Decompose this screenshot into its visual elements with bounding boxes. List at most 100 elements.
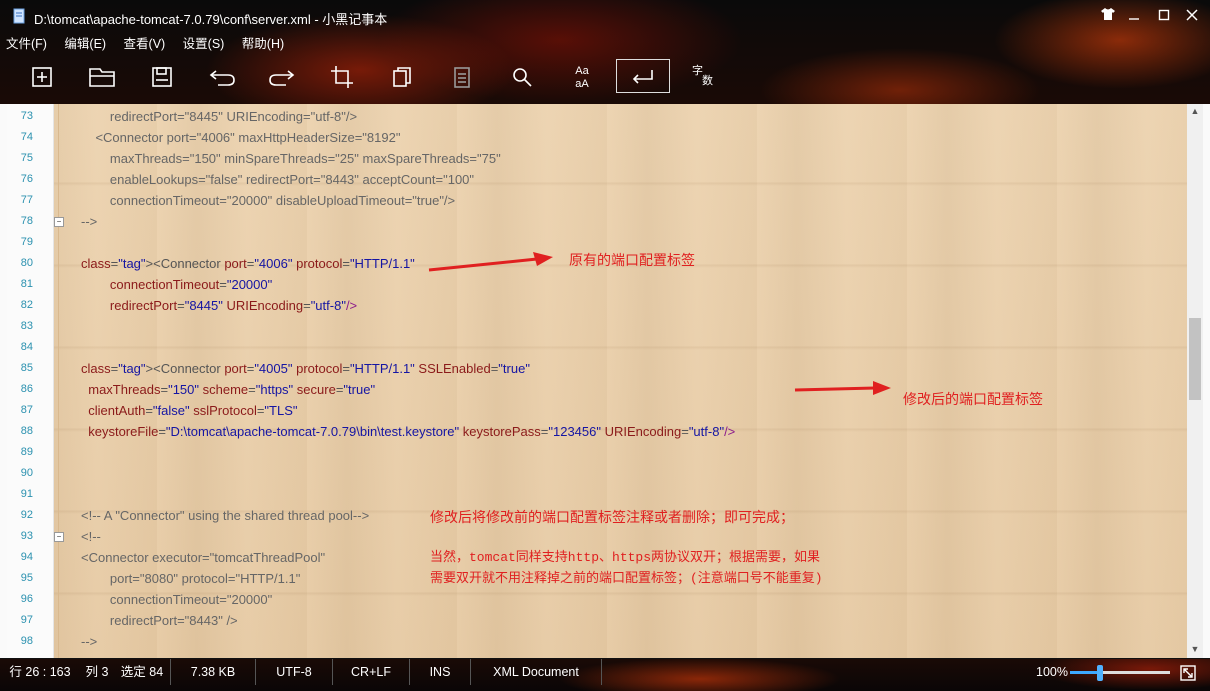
fullscreen-icon[interactable] xyxy=(1180,665,1196,681)
code-line[interactable]: 74 <Connector port="4006" maxHttpHeaderS… xyxy=(7,127,1187,148)
code-line[interactable]: 73 redirectPort="8445" URIEncoding="utf-… xyxy=(7,106,1187,127)
crop-button[interactable] xyxy=(322,58,362,96)
annotation-comment-out: 修改后将修改前的端口配置标签注释或者删除；即可完成； xyxy=(430,509,794,525)
search-icon xyxy=(513,68,532,87)
line-text: port="8080" protocol="HTTP/1.1" xyxy=(81,571,301,586)
line-text: keystoreFile="D:\tomcat\apache-tomcat-7.… xyxy=(88,424,736,439)
line-number: 98 xyxy=(20,635,33,647)
scroll-down-icon[interactable]: ▼ xyxy=(1187,644,1203,656)
annotation-modified: 修改后的端口配置标签 xyxy=(903,391,1043,407)
clipboard-icon xyxy=(454,67,470,88)
status-doc-type[interactable]: XML Document xyxy=(471,659,602,685)
search-button[interactable] xyxy=(502,58,542,96)
redo-button[interactable] xyxy=(262,58,302,96)
line-number: 73 xyxy=(20,110,33,122)
line-number: 95 xyxy=(20,572,33,584)
code-line[interactable]: 81 connectionTimeout="20000" xyxy=(7,274,1187,295)
line-number: 87 xyxy=(20,404,33,416)
fold-toggle-icon[interactable]: − xyxy=(54,217,64,227)
line-text: class="tag"><Connector port="4006" proto… xyxy=(81,256,415,271)
line-text: maxThreads="150" minSpareThreads="25" ma… xyxy=(81,151,501,166)
arrow-modified xyxy=(794,381,891,395)
case-convert-button[interactable]: Aa aA xyxy=(562,58,602,96)
code-line[interactable]: 88 keystoreFile="D:\tomcat\apache-tomcat… xyxy=(7,421,1187,442)
line-number: 75 xyxy=(20,152,33,164)
paste-button[interactable] xyxy=(442,58,482,96)
copy-icon xyxy=(393,67,411,87)
annotation-original: 原有的端口配置标签 xyxy=(569,252,695,268)
zoom-slider[interactable] xyxy=(1070,665,1170,681)
menu-settings[interactable]: 设置(S) xyxy=(183,33,225,52)
code-line[interactable]: 98 --> xyxy=(7,631,1187,652)
app-icon xyxy=(13,8,25,24)
case-label-top: Aa xyxy=(575,64,589,77)
code-line[interactable]: 84 xyxy=(7,337,1187,358)
undo-button[interactable] xyxy=(202,58,242,96)
line-text: class="tag"><Connector port="4005" proto… xyxy=(81,361,530,376)
copy-button[interactable] xyxy=(382,58,422,96)
shirt-icon[interactable] xyxy=(1098,6,1118,26)
line-text: --> xyxy=(81,634,98,649)
code-line[interactable]: 78 − --> xyxy=(7,211,1187,232)
word-count-button[interactable]: 字 数 xyxy=(682,58,722,96)
editor-area[interactable]: 73 redirectPort="8445" URIEncoding="utf-… xyxy=(7,104,1187,658)
status-line-ending[interactable]: CR+LF xyxy=(333,659,410,685)
return-icon xyxy=(632,70,653,84)
line-number: 85 xyxy=(20,362,33,374)
line-number: 81 xyxy=(20,278,33,290)
case-label-bottom: aA xyxy=(575,77,589,90)
maximize-icon[interactable] xyxy=(1154,6,1174,26)
code-line[interactable]: 96 connectionTimeout="20000" xyxy=(7,589,1187,610)
line-number: 84 xyxy=(20,341,33,353)
menu-edit[interactable]: 编辑(E) xyxy=(64,33,106,52)
status-encoding[interactable]: UTF-8 xyxy=(256,659,333,685)
code-line[interactable]: 83 xyxy=(7,316,1187,337)
menu-view[interactable]: 查看(V) xyxy=(124,33,166,52)
menu-file[interactable]: 文件(F) xyxy=(6,33,47,52)
code-line[interactable]: 89 xyxy=(7,442,1187,463)
menu-help[interactable]: 帮助(H) xyxy=(242,33,284,52)
line-text: maxThreads="150" scheme="https" secure="… xyxy=(88,382,376,397)
line-text: connectionTimeout="20000" xyxy=(81,592,273,607)
right-window-edge xyxy=(1203,104,1210,658)
line-text: <Connector port="4006" maxHttpHeaderSize… xyxy=(81,130,401,145)
annotation-dual-line2: 需要双开就不用注释掉之前的端口配置标签；(注意端口号不能重复) xyxy=(430,571,823,586)
new-file-button[interactable] xyxy=(22,58,62,96)
window-title: D:\tomcat\apache-tomcat-7.0.79\conf\serv… xyxy=(34,12,388,27)
save-icon xyxy=(152,67,172,87)
zoom-slider-thumb[interactable] xyxy=(1097,665,1103,681)
wrap-button[interactable] xyxy=(616,59,670,93)
code-line[interactable]: 77 connectionTimeout="20000" disableUplo… xyxy=(7,190,1187,211)
status-size: 7.38 KB xyxy=(171,659,256,685)
code-line[interactable]: 90 xyxy=(7,463,1187,484)
menu-bar: 文件(F) 编辑(E) 查看(V) 设置(S) 帮助(H) xyxy=(6,33,297,51)
line-number: 78 xyxy=(20,215,33,227)
code-line[interactable]: 85 class="tag"><Connector port="4005" pro… xyxy=(7,358,1187,379)
line-number: 96 xyxy=(20,593,33,605)
annotation-dual-line1: 当然，tomcat同样支持http、https两协议双开；根据需要，如果 xyxy=(430,550,821,565)
toolbar: Aa aA 字 数 xyxy=(22,58,742,96)
line-text: clientAuth="false" sslProtocol="TLS" xyxy=(88,403,298,418)
scroll-up-icon[interactable]: ▲ xyxy=(1187,106,1203,118)
status-column: 列 3 xyxy=(85,665,109,679)
code-line[interactable]: 93 − <!-- xyxy=(7,526,1187,547)
redo-icon xyxy=(269,70,295,86)
line-number: 89 xyxy=(20,446,33,458)
code-line[interactable]: 97 redirectPort="8443" /> xyxy=(7,610,1187,631)
line-text: enableLookups="false" redirectPort="8443… xyxy=(81,172,475,187)
open-file-button[interactable] xyxy=(82,58,122,96)
code-line[interactable]: 75 maxThreads="150" minSpareThreads="25"… xyxy=(7,148,1187,169)
code-line[interactable]: 76 enableLookups="false" redirectPort="8… xyxy=(7,169,1187,190)
code-line[interactable]: 82 redirectPort="8445" URIEncoding="utf-… xyxy=(7,295,1187,316)
left-window-edge xyxy=(0,104,7,658)
line-number: 93 xyxy=(20,530,33,542)
close-icon[interactable] xyxy=(1182,6,1202,26)
fold-toggle-icon[interactable]: − xyxy=(54,532,64,542)
vertical-scrollbar[interactable]: ▲ ▼ xyxy=(1187,104,1203,658)
line-number: 88 xyxy=(20,425,33,437)
code-line[interactable]: 91 xyxy=(7,484,1187,505)
status-position: 行 26 : 163 xyxy=(9,665,71,679)
scroll-thumb[interactable] xyxy=(1189,317,1201,400)
minimize-icon[interactable] xyxy=(1124,6,1144,26)
save-file-button[interactable] xyxy=(142,58,182,96)
